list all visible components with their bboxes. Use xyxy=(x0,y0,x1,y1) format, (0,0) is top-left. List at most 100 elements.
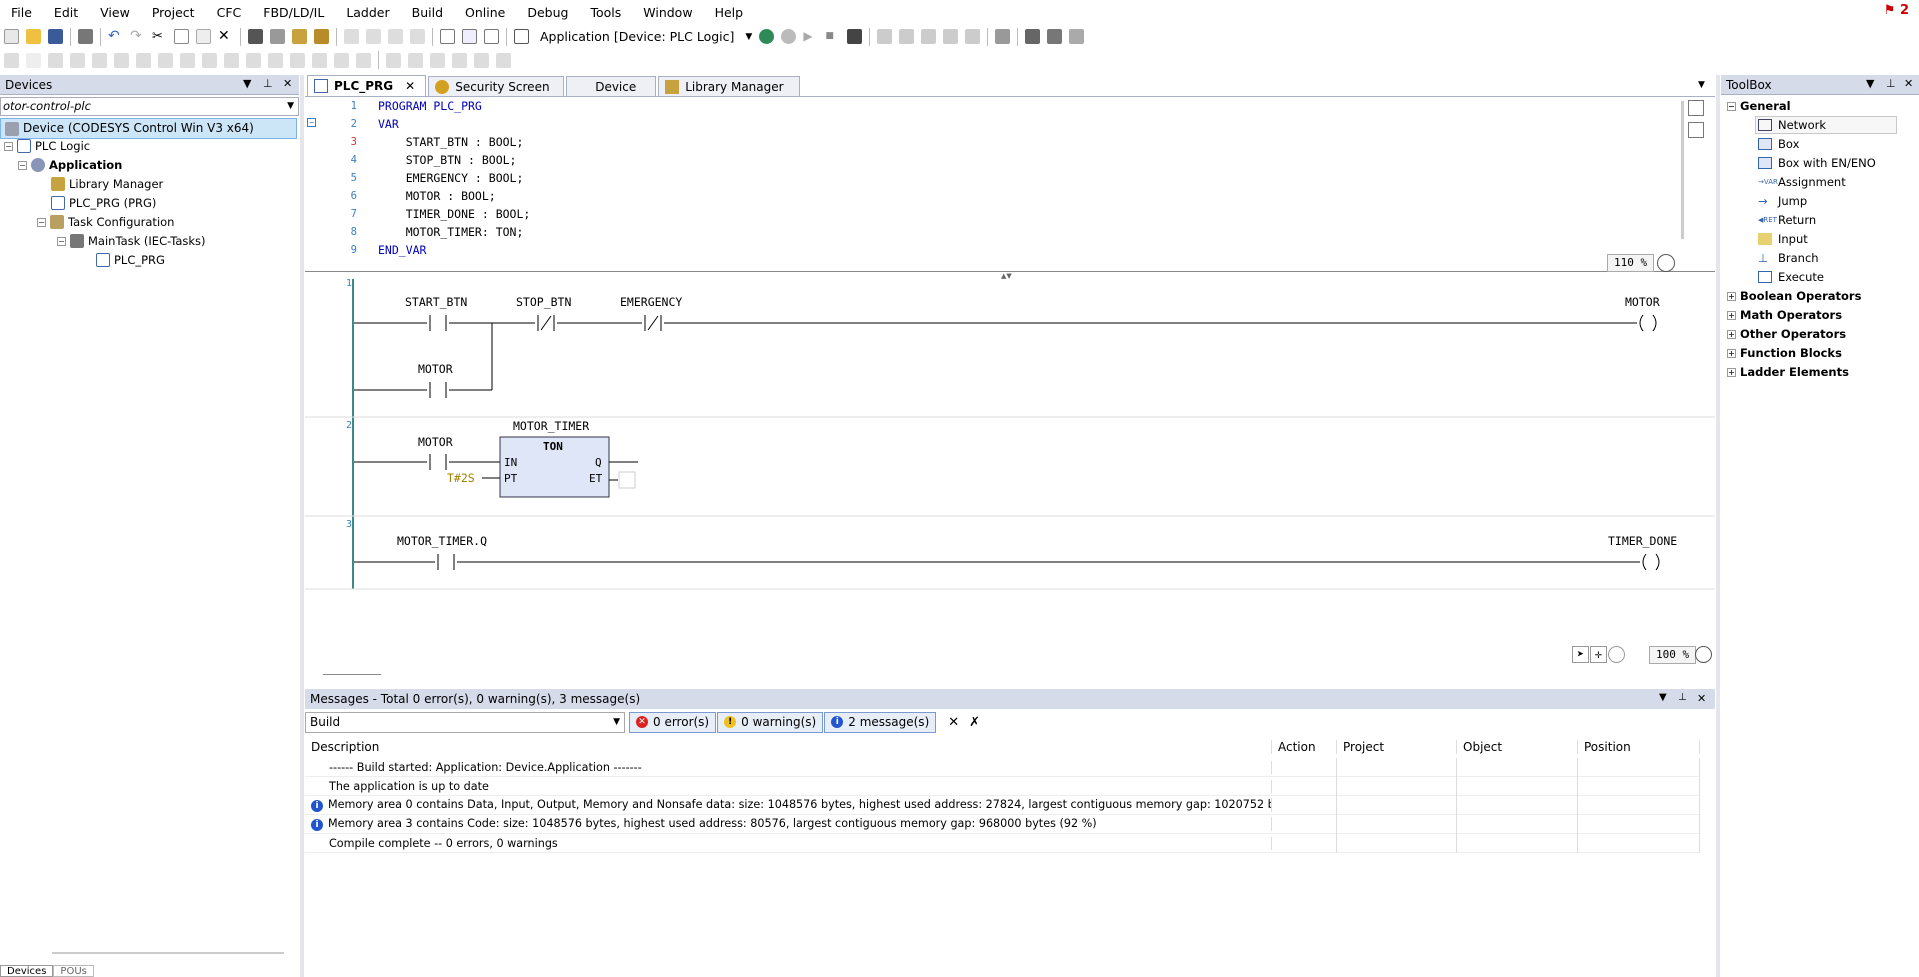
cut-icon[interactable]: ✂ xyxy=(152,29,167,44)
table-row[interactable]: The application is up to date xyxy=(305,776,1700,796)
ladder-editor[interactable]: 1 2 3 START_BTN STOP_BTN EMERGENCY MOTOR… xyxy=(305,275,1715,675)
toolbox-group-ladder-elements[interactable]: + Ladder Elements xyxy=(1727,363,1849,381)
replace-icon[interactable] xyxy=(270,29,285,44)
toolbox-item-execute[interactable]: Execute xyxy=(1758,268,1824,286)
close-icon[interactable]: ✕ xyxy=(1697,692,1706,705)
menu-file[interactable]: File xyxy=(0,5,43,20)
warnings-filter[interactable]: ! 0 warning(s) xyxy=(717,711,824,733)
negated-contact-icon[interactable] xyxy=(70,52,85,68)
collapse-icon[interactable]: − xyxy=(18,160,27,170)
menu-online[interactable]: Online xyxy=(454,5,516,20)
tabs-dropdown-icon[interactable]: ▼ xyxy=(1698,80,1705,90)
column-header[interactable]: Action xyxy=(1272,740,1337,754)
find-icon[interactable] xyxy=(248,29,263,44)
close-icon[interactable]: ✕ xyxy=(283,77,292,90)
tab-security-screen[interactable]: Security Screen xyxy=(428,76,565,96)
splitter[interactable] xyxy=(300,75,304,977)
export-icon[interactable] xyxy=(484,29,499,44)
ladder-misc-icon[interactable] xyxy=(496,52,511,68)
new-file-icon[interactable] xyxy=(4,29,19,44)
declaration-editor[interactable]: − 1 PROGRAM PLC_PRG 2 VAR 3 START_BTN : BO… xyxy=(305,96,1715,272)
toolbox-item-return[interactable]: ◀RET Return xyxy=(1758,211,1816,229)
table-row[interactable]: ------ Build started: Application: Devic… xyxy=(305,757,1700,777)
coil-icon[interactable] xyxy=(92,52,107,68)
input-icon[interactable] xyxy=(268,52,283,68)
zoom-icon[interactable] xyxy=(1695,646,1712,663)
toolbox-group-general[interactable]: − General xyxy=(1727,97,1791,115)
collapse-icon[interactable]: − xyxy=(57,236,66,246)
table-row[interactable]: Compile complete -- 0 errors, 0 warnings xyxy=(305,833,1700,853)
chevron-down-icon[interactable]: ▼ xyxy=(1659,692,1667,703)
splitter[interactable] xyxy=(1716,75,1720,977)
expand-icon[interactable]: + xyxy=(1727,367,1736,377)
toolbox-item-input[interactable]: Input xyxy=(1758,230,1808,248)
clear-bookmark-icon[interactable] xyxy=(410,29,425,44)
errors-filter[interactable]: ✕ 0 error(s) xyxy=(629,711,717,733)
close-icon[interactable]: ✕ xyxy=(1904,77,1913,90)
edge-icon[interactable] xyxy=(334,52,349,68)
branch-icon[interactable] xyxy=(312,52,327,68)
save-icon[interactable] xyxy=(48,29,63,44)
menu-tools[interactable]: Tools xyxy=(579,5,632,20)
update-params-icon[interactable] xyxy=(452,52,467,68)
toolbox-item-branch[interactable]: ⊥ Branch xyxy=(1758,249,1819,267)
copy-icon[interactable] xyxy=(174,29,189,44)
fb-instance-label[interactable]: MOTOR_TIMER xyxy=(513,419,589,433)
contact-label[interactable]: MOTOR xyxy=(418,435,453,449)
tree-item-application[interactable]: − Application xyxy=(18,156,122,174)
assignment-icon[interactable] xyxy=(202,52,217,68)
bookmark-icon[interactable] xyxy=(344,29,359,44)
step-into-icon[interactable] xyxy=(899,29,915,44)
tab-device[interactable]: Device xyxy=(566,76,657,96)
next-bookmark-icon[interactable] xyxy=(366,29,381,44)
pin-icon[interactable]: ⊥ xyxy=(1678,692,1687,703)
table-row[interactable]: i Memory area 3 contains Code: size: 1048… xyxy=(305,814,1700,834)
parallel-contact-icon[interactable] xyxy=(48,52,63,68)
step-over-icon[interactable] xyxy=(877,29,893,44)
tree-item-plc-prg[interactable]: PLC_PRG (PRG) xyxy=(51,194,156,212)
close-icon[interactable]: ✕ xyxy=(405,79,415,93)
menu-view[interactable]: View xyxy=(89,5,141,20)
tab-plc-prg[interactable]: PLC_PRG ✕ xyxy=(307,75,427,96)
toolbox-group-boolean-operators[interactable]: + Boolean Operators xyxy=(1727,287,1861,305)
message-category-select[interactable]: Build ▼ xyxy=(305,711,625,733)
toolbox-item-box[interactable]: Box xyxy=(1758,135,1799,153)
project-select[interactable]: otor-control-plc ▼ xyxy=(0,97,299,116)
menu-help[interactable]: Help xyxy=(704,5,755,20)
tab-devices[interactable]: Devices xyxy=(0,965,54,977)
notification-badge[interactable]: ⚑ 2 xyxy=(1884,3,1909,18)
open-folder-icon[interactable] xyxy=(26,29,41,44)
build-icon[interactable] xyxy=(514,29,529,44)
coil-label[interactable]: MOTOR xyxy=(1625,295,1660,309)
stop-icon[interactable]: ■ xyxy=(825,29,840,44)
ladder-zoom[interactable]: 100 % xyxy=(1649,646,1697,664)
prev-bookmark-icon[interactable] xyxy=(388,29,403,44)
fold-icon[interactable]: − xyxy=(307,118,316,127)
expand-icon[interactable]: + xyxy=(1727,348,1736,358)
menu-ladder[interactable]: Ladder xyxy=(335,5,400,20)
toggle-negation-icon[interactable] xyxy=(386,52,401,68)
tree-item-device[interactable]: Device (CODESYS Control Win V3 x64) xyxy=(0,118,297,139)
replace-in-project-icon[interactable] xyxy=(314,29,329,44)
clear-all-icon[interactable]: ✗ xyxy=(969,715,980,730)
logout-icon[interactable] xyxy=(781,29,797,44)
column-header[interactable]: Position xyxy=(1578,740,1700,754)
expand-icon[interactable]: + xyxy=(1727,310,1736,320)
force-values-icon[interactable] xyxy=(1025,29,1041,44)
pt-value-label[interactable]: T#2S xyxy=(447,471,475,485)
jump-icon[interactable] xyxy=(224,52,239,68)
contact-label[interactable]: STOP_BTN xyxy=(516,295,571,309)
menu-build[interactable]: Build xyxy=(401,5,454,20)
layout-icon[interactable] xyxy=(462,29,477,44)
table-view-icon[interactable] xyxy=(1688,122,1704,138)
move-tool-icon[interactable]: ✛ xyxy=(1590,646,1607,663)
menu-cfc[interactable]: CFC xyxy=(206,5,253,20)
chevron-down-icon[interactable]: ▼ xyxy=(287,98,294,115)
window-icon[interactable] xyxy=(440,29,455,44)
zoom-icon[interactable] xyxy=(1657,254,1675,272)
expand-icon[interactable]: + xyxy=(1727,329,1736,339)
collapse-icon[interactable]: − xyxy=(37,217,46,227)
pointer-tool-icon[interactable]: ➤ xyxy=(1572,646,1589,663)
reset-icon[interactable] xyxy=(847,29,863,44)
box-icon[interactable] xyxy=(158,52,173,68)
